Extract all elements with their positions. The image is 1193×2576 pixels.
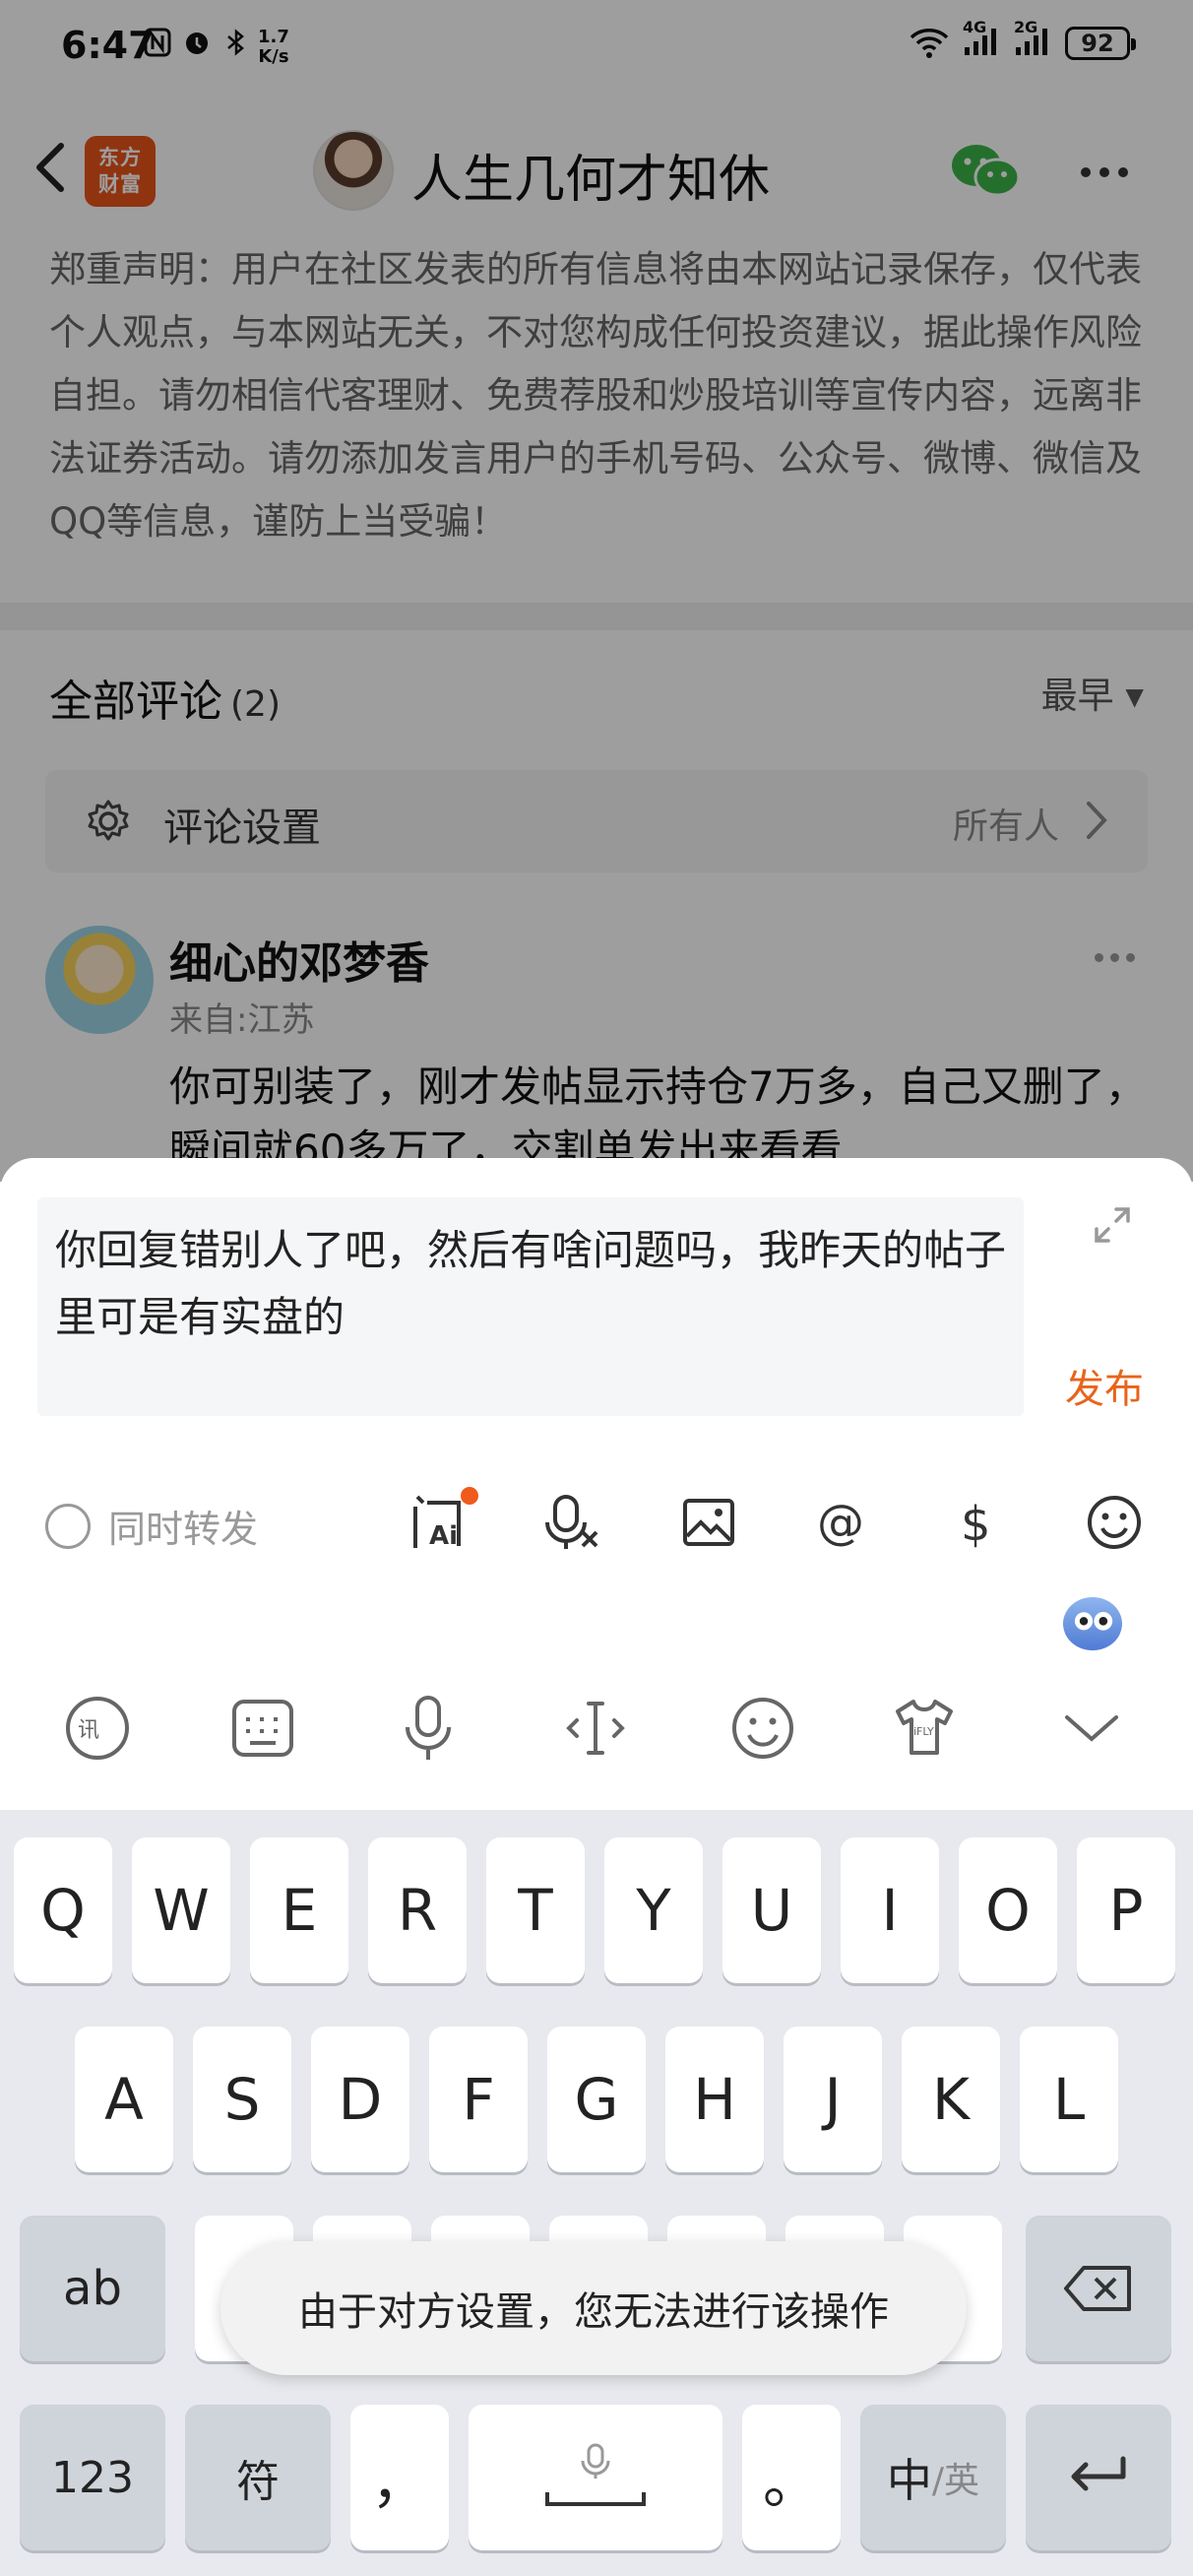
- key-q[interactable]: Q: [14, 1837, 112, 1983]
- key-t[interactable]: T: [486, 1837, 585, 1983]
- microphone-icon: [406, 1696, 451, 1760]
- lang-sub-label: /英: [931, 2461, 980, 2501]
- key-u[interactable]: U: [722, 1837, 821, 1983]
- chevron-down-icon: [1065, 1715, 1118, 1742]
- key-s[interactable]: S: [193, 2027, 291, 2172]
- emoji-button[interactable]: [1085, 1493, 1144, 1552]
- backspace-icon: [1064, 2266, 1131, 2311]
- ime-toolbar: 讯 iFLY: [0, 1576, 1193, 1810]
- keyboard-icon: [232, 1700, 293, 1757]
- ask-ai-button[interactable]: Ai: [408, 1487, 478, 1552]
- key-h[interactable]: H: [665, 2027, 764, 2172]
- key-k[interactable]: K: [902, 2027, 1000, 2172]
- ifly-logo-icon: 讯: [66, 1697, 129, 1760]
- smile-icon: [732, 1698, 793, 1759]
- enter-icon: [1071, 2456, 1126, 2491]
- keyboard: ab 123 符 ， 。 中/英 QWERTYUIOP ASDFGHJKL: [0, 1810, 1193, 2576]
- key-a[interactable]: A: [75, 2027, 173, 2172]
- expand-icon[interactable]: [1093, 1205, 1132, 1245]
- key-j[interactable]: J: [784, 2027, 882, 2172]
- ime-emoji-button[interactable]: [728, 1694, 797, 1763]
- cursor-button[interactable]: [561, 1694, 630, 1763]
- key-r[interactable]: R: [368, 1837, 467, 1983]
- ask-ai-icon: Ai: [413, 1495, 461, 1551]
- cursor-icon: [566, 1702, 625, 1755]
- mic-text-icon: [545, 1495, 598, 1549]
- key-o[interactable]: O: [959, 1837, 1057, 1983]
- voice-button[interactable]: [394, 1694, 463, 1763]
- space-mic-icon: [545, 2443, 646, 2506]
- image-button[interactable]: [679, 1493, 738, 1552]
- key-y[interactable]: Y: [604, 1837, 703, 1983]
- svg-text:iFLY: iFLY: [913, 1725, 934, 1738]
- key-w[interactable]: W: [132, 1837, 230, 1983]
- keyboard-switch-button[interactable]: [228, 1694, 297, 1763]
- toast-message: 由于对方设置，您无法进行该操作: [220, 2241, 967, 2375]
- at-icon: @: [817, 1495, 864, 1550]
- reply-input[interactable]: 你回复错别人了吧，然后有啥问题吗，我昨天的帖子里可是有实盘的: [37, 1197, 1024, 1416]
- mention-button[interactable]: @: [813, 1493, 872, 1552]
- key-f[interactable]: F: [429, 2027, 528, 2172]
- dollar-icon: $: [961, 1497, 991, 1552]
- key-comma[interactable]: ，: [350, 2405, 449, 2550]
- stock-button[interactable]: $: [949, 1493, 1008, 1552]
- key-space[interactable]: [469, 2405, 722, 2550]
- lang-main-label: 中: [886, 2454, 932, 2507]
- skin-button[interactable]: iFLY: [890, 1694, 959, 1763]
- key-backspace[interactable]: [1026, 2216, 1171, 2361]
- ime-mascot-icon[interactable]: [1063, 1597, 1122, 1650]
- repost-toggle[interactable]: 同时转发: [45, 1499, 258, 1553]
- key-g[interactable]: G: [547, 2027, 646, 2172]
- key-i[interactable]: I: [841, 1837, 939, 1983]
- notification-dot: [461, 1487, 478, 1505]
- repost-label: 同时转发: [108, 1508, 259, 1551]
- dim-overlay[interactable]: [0, 0, 1193, 1182]
- svg-text:@: @: [817, 1495, 864, 1550]
- key-language[interactable]: 中/英: [860, 2405, 1006, 2550]
- publish-button[interactable]: 发布: [1065, 1357, 1144, 1414]
- key-e[interactable]: E: [250, 1837, 348, 1983]
- key-l[interactable]: L: [1020, 2027, 1118, 2172]
- svg-text:Ai: Ai: [429, 1521, 458, 1551]
- tshirt-icon: iFLY: [896, 1700, 953, 1755]
- svg-text:$: $: [961, 1497, 991, 1552]
- key-d[interactable]: D: [311, 2027, 409, 2172]
- compose-toolbar: 同时转发 Ai @ $: [0, 1463, 1193, 1581]
- key-period[interactable]: 。: [742, 2405, 841, 2550]
- key-symbols[interactable]: 符: [185, 2405, 331, 2550]
- collapse-keyboard-button[interactable]: [1057, 1694, 1126, 1763]
- repost-radio[interactable]: [45, 1503, 91, 1549]
- image-icon: [683, 1499, 734, 1546]
- key-enter[interactable]: [1026, 2405, 1171, 2550]
- key-shift[interactable]: ab: [20, 2216, 165, 2361]
- key-p[interactable]: P: [1077, 1837, 1175, 1983]
- svg-text:讯: 讯: [78, 1718, 99, 1743]
- voice-input-button[interactable]: [543, 1493, 602, 1552]
- key-numbers[interactable]: 123: [20, 2405, 165, 2550]
- ime-logo-button[interactable]: 讯: [63, 1694, 132, 1763]
- smile-icon: [1088, 1496, 1141, 1549]
